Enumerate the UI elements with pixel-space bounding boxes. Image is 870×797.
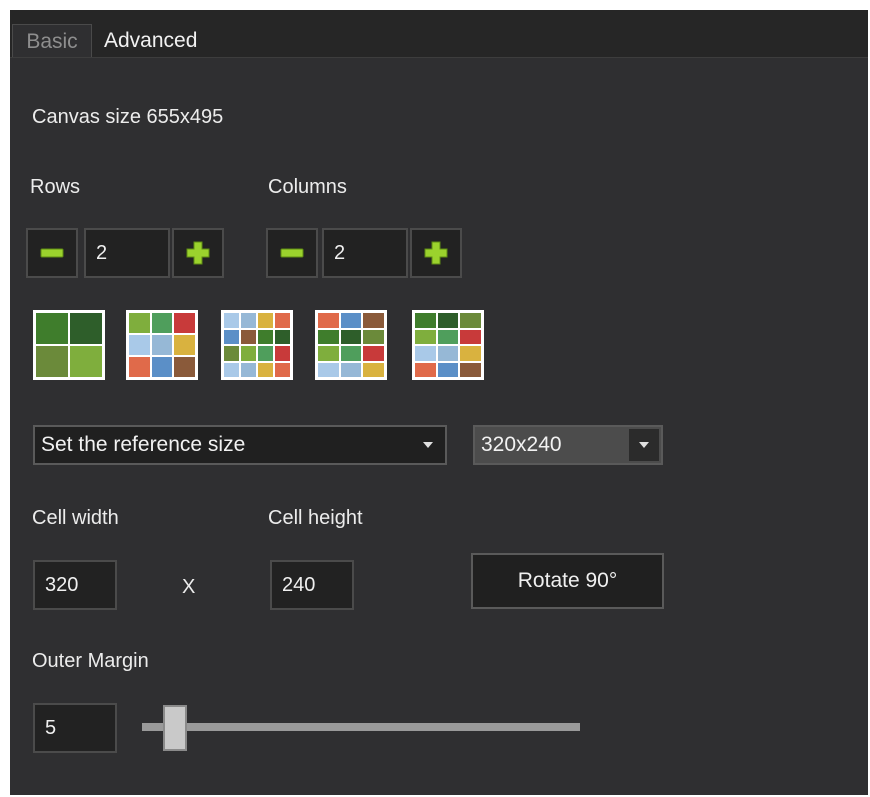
reference-size-dropdown-value: Set the reference size [41,433,246,456]
tab-basic[interactable]: Basic [12,24,92,57]
thumbnail-photo-tile [275,329,290,344]
reference-size-dropdown[interactable]: Set the reference size [33,425,447,465]
outer-margin-slider-track[interactable] [142,723,580,731]
thumbnail-photo-tile [70,313,102,344]
thumbnail-photo-tile [129,335,150,355]
thumbnail-photo-tile [151,335,173,355]
thumbnail-photo-tile [70,346,102,377]
minus-icon [280,248,304,258]
thumbnail-photo-tile [437,362,459,377]
rows-increment-button[interactable] [172,228,224,278]
thumbnail-photo-tile [460,313,481,328]
thumbnail-photo-tile [241,346,256,361]
thumbnail-photo-tile [258,313,273,328]
thumbnail-photo-tile [340,346,362,361]
thumbnail-photo-tile [340,313,362,328]
thumbnail-photo-tile [151,313,173,333]
thumbnail-photo-tile [241,362,256,377]
thumbnail-photo-tile [36,313,68,344]
tab-bar: Basic Advanced [10,10,868,58]
canvas-size-label: Canvas size 655x495 [32,106,224,128]
thumbnail-photo-tile [224,346,239,361]
cell-height-label: Cell height [268,507,363,529]
thumbnail-photo-tile [318,313,339,328]
thumbnail-photo-tile [258,346,273,361]
thumbnail-photo-tile [460,346,481,361]
outer-margin-input[interactable]: 5 [33,703,117,753]
thumbnail-photo-tile [415,313,436,328]
thumbnail-photo-tile [363,329,384,344]
size-preset-dropdown-value: 320x240 [481,433,562,456]
plus-icon [424,241,448,265]
thumbnail-photo-tile [437,346,459,361]
thumbnail-photo-tile [437,329,459,344]
layout-preset-3x3[interactable] [126,310,198,380]
thumbnail-photo-tile [174,335,195,355]
times-symbol: X [182,576,196,598]
layout-preset-4x4-c[interactable] [412,310,484,380]
thumbnail-photo-tile [129,313,150,333]
thumbnail-photo-tile [415,329,436,344]
thumbnail-photo-tile [224,362,239,377]
cell-height-input[interactable]: 240 [270,560,354,610]
tab-advanced[interactable]: Advanced [104,24,197,57]
thumbnail-photo-tile [415,362,436,377]
thumbnail-photo-tile [174,313,195,333]
thumbnail-photo-tile [241,313,256,328]
thumbnail-photo-tile [224,329,239,344]
thumbnail-photo-tile [275,346,290,361]
chevron-down-icon[interactable] [413,429,443,461]
thumbnail-photo-tile [318,362,339,377]
outer-margin-slider-thumb[interactable] [162,705,187,751]
thumbnail-photo-tile [340,362,362,377]
thumbnail-photo-tile [437,313,459,328]
columns-increment-button[interactable] [410,228,462,278]
thumbnail-photo-tile [129,357,150,377]
rows-input[interactable]: 2 [84,228,170,278]
thumbnail-photo-tile [318,346,339,361]
rows-decrement-button[interactable] [26,228,78,278]
thumbnail-photo-tile [174,357,195,377]
thumbnail-photo-tile [275,362,290,377]
thumbnail-photo-tile [363,346,384,361]
thumbnail-photo-tile [460,329,481,344]
thumbnail-photo-tile [241,329,256,344]
size-preset-dropdown[interactable]: 320x240 [473,425,663,465]
cell-width-input[interactable]: 320 [33,560,117,610]
columns-label: Columns [268,176,347,198]
plus-icon [186,241,210,265]
minus-icon [40,248,64,258]
layout-preset-4x4-a[interactable] [221,310,293,380]
chevron-down-icon[interactable] [629,429,659,461]
settings-panel: Basic Advanced Canvas size 655x495 Rows … [10,10,868,795]
thumbnail-photo-tile [318,329,339,344]
thumbnail-photo-tile [224,313,239,328]
thumbnail-photo-tile [363,313,384,328]
layout-preset-2x2[interactable] [33,310,105,380]
thumbnail-photo-tile [151,357,173,377]
rows-label: Rows [30,176,81,198]
thumbnail-photo-tile [258,329,273,344]
thumbnail-photo-tile [275,313,290,328]
columns-input[interactable]: 2 [322,228,408,278]
layout-preset-4x4-b[interactable] [315,310,387,380]
rotate-90-button[interactable]: Rotate 90° [471,553,664,609]
thumbnail-photo-tile [415,346,436,361]
outer-margin-label: Outer Margin [32,650,149,672]
cell-width-label: Cell width [32,507,119,529]
thumbnail-photo-tile [36,346,68,377]
thumbnail-photo-tile [460,362,481,377]
thumbnail-photo-tile [258,362,273,377]
columns-decrement-button[interactable] [266,228,318,278]
thumbnail-photo-tile [340,329,362,344]
thumbnail-photo-tile [363,362,384,377]
